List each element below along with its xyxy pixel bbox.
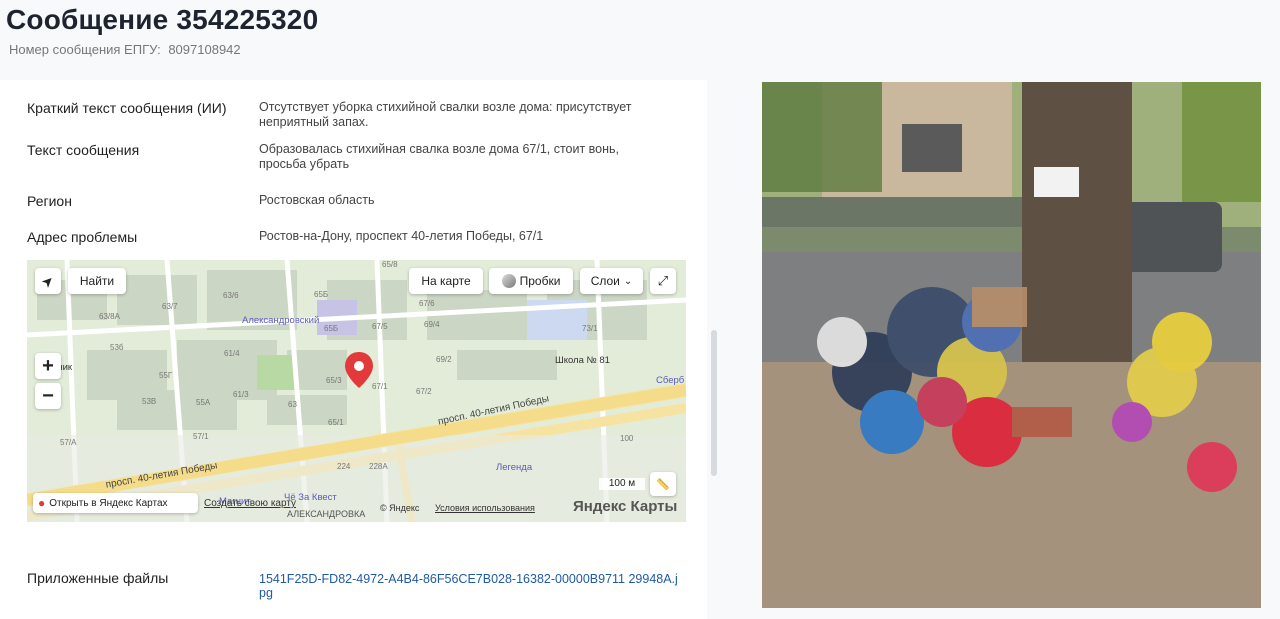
- field-value: Ростовская область: [259, 193, 375, 207]
- house-number: 69/4: [424, 320, 440, 329]
- layers-button[interactable]: Слои ⌄: [580, 268, 643, 294]
- epgu-label: Номер сообщения ЕПГУ:: [9, 42, 161, 57]
- poi-legenda[interactable]: Легенда: [496, 462, 532, 473]
- house-number: 55Г: [159, 371, 173, 380]
- house-number: 67/1: [372, 382, 388, 391]
- chevron-down-icon: ⌄: [623, 275, 633, 287]
- create-map-link[interactable]: Создать свою карту: [204, 498, 296, 509]
- yandex-map[interactable]: 65/8 63/7 63/6 65Б 63/8А 67/6 69/4 73/1 …: [27, 260, 686, 522]
- house-number: 53В: [142, 397, 157, 406]
- house-number: 65/3: [326, 376, 342, 385]
- open-in-yandex-link[interactable]: ● Открыть в Яндекс Картах: [33, 493, 198, 513]
- garbage-photo-image: [762, 82, 1261, 608]
- house-number: 73/1: [582, 324, 598, 333]
- house-number: 63/8А: [99, 312, 120, 321]
- house-number: 65Б: [324, 324, 339, 333]
- field-label: Регион: [27, 193, 72, 209]
- house-number: 63: [288, 400, 297, 409]
- expand-icon: ⤢: [657, 273, 669, 288]
- scrollbar[interactable]: [711, 330, 717, 476]
- field-label: Адрес проблемы: [27, 229, 138, 245]
- field-value: Образовалась стихийная свалка возле дома…: [259, 142, 620, 171]
- house-number: 65/8: [382, 260, 398, 269]
- house-number: 53б: [110, 343, 124, 352]
- open-in-yandex-label: Открыть в Яндекс Картах: [49, 497, 168, 509]
- field-value: Отсутствует уборка стихийной свалки возл…: [259, 100, 632, 129]
- traffic-label: Пробки: [519, 274, 561, 288]
- house-number: 228А: [369, 462, 388, 471]
- house-number: 65Б: [314, 290, 329, 299]
- epgu-value: 8097108942: [168, 42, 241, 57]
- field-value: Ростов-на-Дону, проспект 40-летия Победы…: [259, 229, 544, 243]
- house-number: 63/6: [223, 291, 239, 300]
- house-number: 67/6: [419, 299, 435, 308]
- house-number: 57/А: [60, 438, 77, 447]
- house-number: 61/4: [224, 349, 240, 358]
- house-number: 67/5: [372, 322, 388, 331]
- house-number: 65/1: [328, 418, 344, 427]
- terms-link[interactable]: Условия использования: [435, 503, 535, 513]
- poi-sber[interactable]: Сберб: [656, 375, 684, 386]
- poi-aleksandrovsky[interactable]: Александровский: [242, 315, 319, 326]
- field-label: Краткий текст сообщения (ИИ): [27, 100, 227, 116]
- house-number: 100: [620, 434, 634, 443]
- ruler-button[interactable]: 📏: [650, 472, 676, 496]
- zoom-out-button[interactable]: −: [35, 383, 61, 409]
- geolocation-button[interactable]: ➤: [35, 268, 61, 294]
- layers-label: Слои: [590, 274, 620, 288]
- traffic-button[interactable]: Пробки: [489, 268, 573, 294]
- find-button[interactable]: Найти: [68, 268, 126, 294]
- yandex-maps-logo[interactable]: Яндекс Карты: [573, 498, 677, 515]
- field-label: Приложенные файлы: [27, 570, 169, 586]
- house-number: 67/2: [416, 387, 432, 396]
- scale-label: 100 м: [608, 478, 636, 489]
- location-arrow-icon: ➤: [37, 270, 58, 291]
- poi-school[interactable]: Школа № 81: [555, 355, 610, 366]
- ruler-icon: 📏: [656, 478, 670, 491]
- traffic-icon: [501, 274, 516, 288]
- scale-bar: 100 м: [599, 478, 645, 490]
- epgu-number: Номер сообщения ЕПГУ: 8097108942: [9, 42, 241, 57]
- attached-file-link[interactable]: 1541F25D-FD82-4972-A4B4-86F56CE7B028-163…: [259, 572, 679, 600]
- page-title: Сообщение 354225320: [6, 4, 319, 35]
- house-number: 55А: [196, 398, 211, 407]
- house-number: 57/1: [193, 432, 209, 441]
- attached-photo[interactable]: [762, 82, 1261, 608]
- district-label: АЛЕКСАНДРОВКА: [287, 509, 366, 519]
- copyright-text: © Яндекс: [380, 503, 420, 513]
- house-number: 61/3: [233, 390, 249, 399]
- zoom-in-button[interactable]: +: [35, 353, 61, 379]
- map-pin-icon: ●: [38, 496, 46, 510]
- house-number: 69/2: [436, 355, 452, 364]
- field-label: Текст сообщения: [27, 142, 140, 158]
- fullscreen-button[interactable]: ⤢: [650, 268, 676, 294]
- house-number: 224: [337, 462, 351, 471]
- house-number: 63/7: [162, 302, 178, 311]
- on-map-button[interactable]: На карте: [409, 268, 483, 294]
